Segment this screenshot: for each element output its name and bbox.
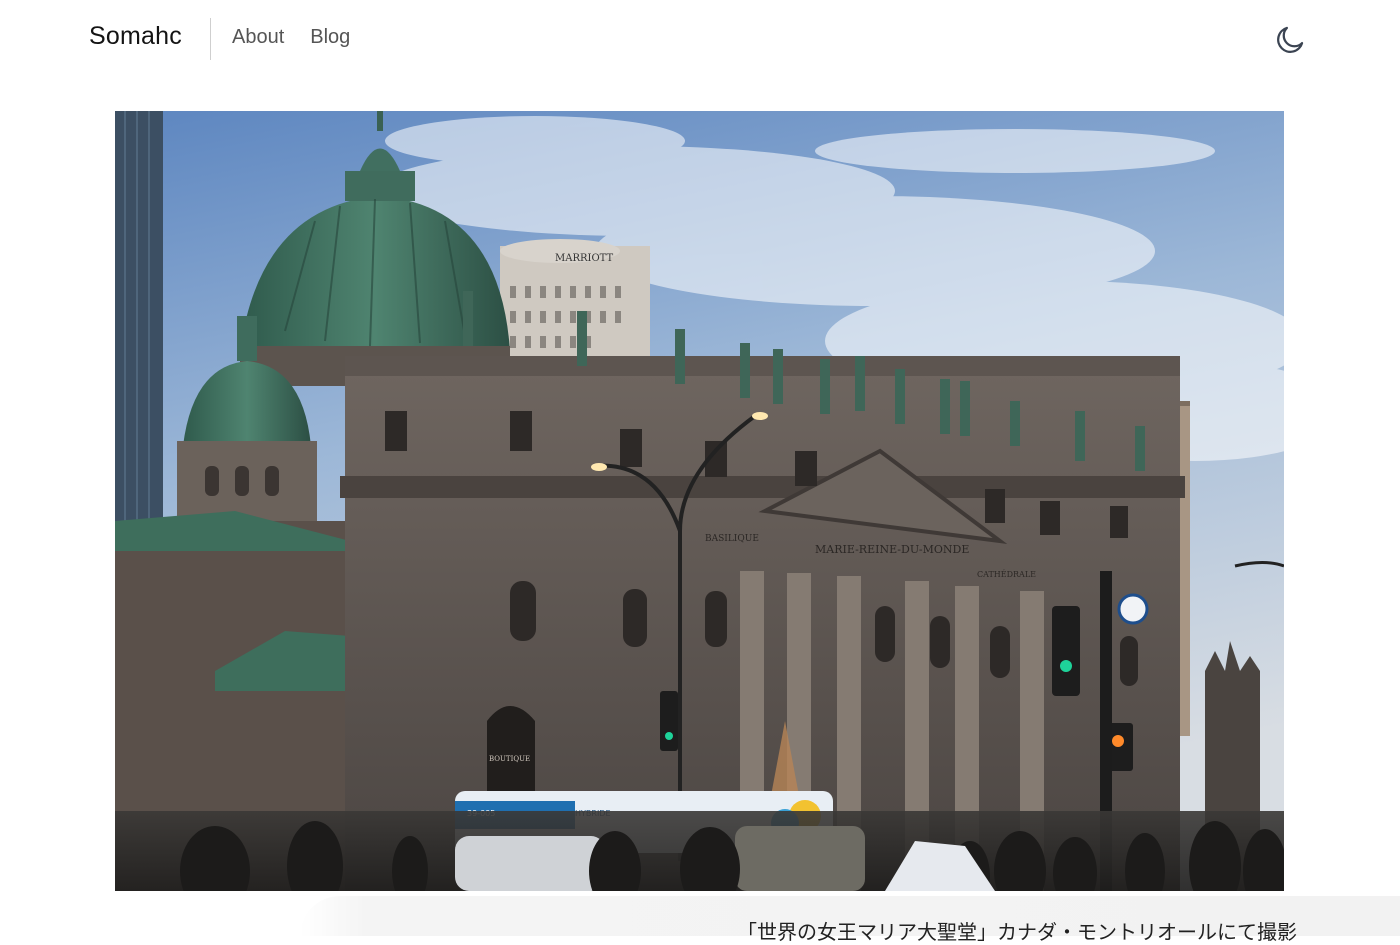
header-divider xyxy=(210,18,211,60)
sign-boutique: BOUTIQUE xyxy=(489,755,530,763)
nav-link-blog[interactable]: Blog xyxy=(310,26,350,49)
photo-caption: 「世界の女王マリア大聖堂」カナダ・モントリオールにて撮影 xyxy=(737,922,1297,944)
hero-photo: MARRIOTT BASILIQUE MARIE-REINE-DU-MONDE … xyxy=(115,111,1284,891)
main-nav: About Blog xyxy=(232,26,350,49)
site-header: Somahc About Blog xyxy=(0,0,1400,78)
cathedral-photo: MARRIOTT BASILIQUE MARIE-REINE-DU-MONDE … xyxy=(115,111,1284,891)
sign-basilique: BASILIQUE xyxy=(705,534,759,544)
nav-link-about[interactable]: About xyxy=(232,26,284,49)
theme-toggle-button[interactable] xyxy=(1272,22,1308,58)
sign-marie-reine: MARIE-REINE-DU-MONDE xyxy=(815,543,969,556)
moon-icon xyxy=(1277,26,1304,53)
site-brand[interactable]: Somahc xyxy=(89,22,182,51)
sign-cathedrale: CATHÉDRALE xyxy=(977,570,1036,579)
hotel-sign: MARRIOTT xyxy=(555,253,614,264)
